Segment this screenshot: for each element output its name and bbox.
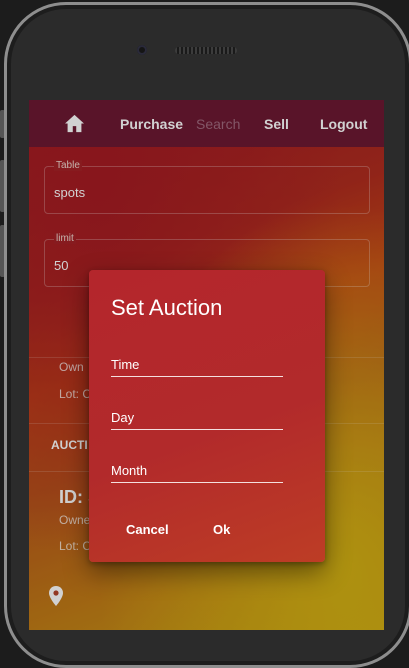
cancel-button[interactable]: Cancel <box>126 522 169 537</box>
day-input-placeholder: Day <box>111 410 135 425</box>
ok-button[interactable]: Ok <box>213 522 230 537</box>
phone-frame: Purchase Search Sell Logout Table spots … <box>0 0 409 668</box>
front-camera <box>137 45 147 55</box>
set-auction-dialog: Set Auction Time Day Month Cancel Ok <box>89 270 325 562</box>
earpiece-speaker <box>175 47 237 54</box>
dialog-title: Set Auction <box>111 295 223 320</box>
app-screen: Purchase Search Sell Logout Table spots … <box>29 100 384 630</box>
month-input-placeholder: Month <box>111 463 148 478</box>
time-input-placeholder: Time <box>111 357 140 372</box>
day-input[interactable]: Day <box>111 407 283 430</box>
time-input[interactable]: Time <box>111 354 283 377</box>
month-input[interactable]: Month <box>111 460 283 483</box>
